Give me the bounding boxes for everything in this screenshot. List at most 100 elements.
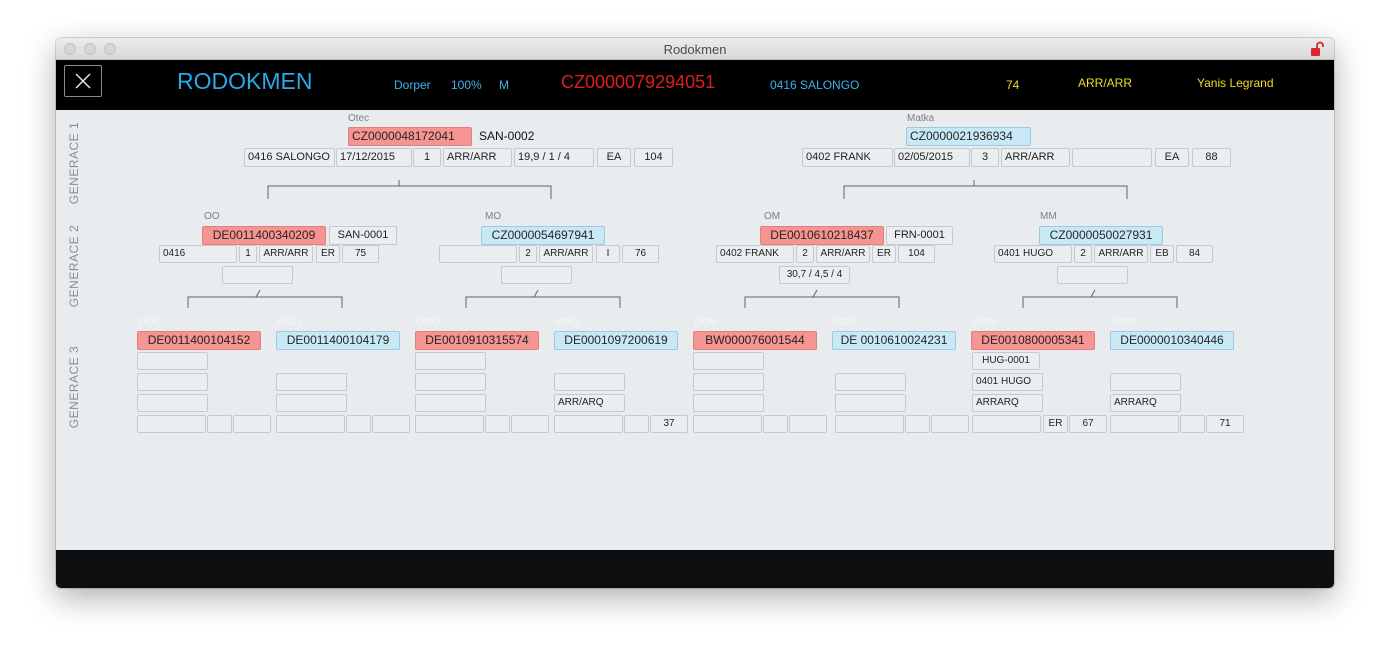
father-litter[interactable]: 1 [413,148,441,167]
mm-score[interactable]: 84 [1176,245,1213,263]
mm-measure[interactable] [1057,266,1128,284]
oo-genotype[interactable]: ARR/ARR [259,245,313,263]
mom-farm[interactable] [835,373,906,391]
oom-class[interactable] [763,415,788,433]
moo-genotype[interactable] [276,394,347,412]
father-measure[interactable]: 19,9 / 1 / 4 [514,148,594,167]
moo-measure[interactable] [276,415,345,433]
mo-score[interactable]: 76 [622,245,659,263]
omo-code[interactable] [415,352,486,370]
mmm-measure[interactable] [1110,415,1179,433]
mom-genotype[interactable] [835,394,906,412]
om-score[interactable]: 104 [898,245,935,263]
oo-id[interactable]: DE0011400340209 [202,226,326,245]
moo-score[interactable] [372,415,410,433]
omm-score[interactable]: 67 [1069,415,1107,433]
mother-measure[interactable] [1072,148,1152,167]
mmm-score[interactable]: 71 [1206,415,1244,433]
mm-genotype[interactable]: ARR/ARR [1094,245,1148,263]
oo-litter[interactable]: 1 [239,245,257,263]
oo-score[interactable]: 75 [342,245,379,263]
mom-id[interactable]: DE 0010610024231 [832,331,956,350]
mom-measure[interactable] [835,415,904,433]
ooo-measure[interactable] [137,415,206,433]
mother-date[interactable]: 02/05/2015 [894,148,970,167]
mm-litter[interactable]: 2 [1074,245,1092,263]
mother-class[interactable]: EA [1155,148,1189,167]
mo-measure[interactable] [501,266,572,284]
mother-litter[interactable]: 3 [971,148,999,167]
mo-litter[interactable]: 2 [519,245,537,263]
om-id[interactable]: DE0010610218437 [760,226,884,245]
mo-id[interactable]: CZ0000054697941 [481,226,605,245]
mmo-class[interactable] [624,415,649,433]
omo-measure[interactable] [415,415,484,433]
omo-id[interactable]: DE0010910315574 [415,331,539,350]
omo-class[interactable] [485,415,510,433]
father-genotype[interactable]: ARR/ARR [443,148,512,167]
ooo-farm[interactable] [137,373,208,391]
omm-measure[interactable] [972,415,1041,433]
mmm-id[interactable]: DE0000010340446 [1110,331,1234,350]
mom-class[interactable] [905,415,930,433]
om-genotype[interactable]: ARR/ARR [816,245,870,263]
oo-measure[interactable] [222,266,293,284]
oo-code[interactable]: SAN-0001 [329,226,397,245]
oom-score[interactable] [789,415,827,433]
oom-id[interactable]: BW000076001544 [693,331,817,350]
mmm-class[interactable] [1180,415,1205,433]
ooo-code[interactable] [137,352,208,370]
omm-class[interactable]: ER [1043,415,1068,433]
omo-score[interactable] [511,415,549,433]
ooo-id[interactable]: DE0011400104152 [137,331,261,350]
father-score[interactable]: 104 [634,148,673,167]
oo-class[interactable]: ER [316,245,340,263]
father-date[interactable]: 17/12/2015 [336,148,412,167]
father-farm[interactable]: 0416 SALONGO [244,148,335,167]
mom-score[interactable] [931,415,969,433]
om-measure[interactable]: 30,7 / 4,5 / 4 [779,266,850,284]
mmo-score[interactable]: 37 [650,415,688,433]
ooo-class[interactable] [207,415,232,433]
mo-class[interactable]: I [596,245,620,263]
mm-class[interactable]: EB [1150,245,1174,263]
father-id[interactable]: CZ0000048172041 [348,127,472,146]
mmo-genotype[interactable]: ARR/ARQ [554,394,625,412]
omo-farm[interactable] [415,373,486,391]
oo-farm[interactable]: 0416 [159,245,237,263]
moo-id[interactable]: DE0011400104179 [276,331,400,350]
mmo-id[interactable]: DE0001097200619 [554,331,678,350]
mother-id[interactable]: CZ0000021936934 [906,127,1031,146]
oom-measure[interactable] [693,415,762,433]
om-farm[interactable]: 0402 FRANK [716,245,794,263]
mmm-genotype[interactable]: ARRARQ [1110,394,1181,412]
mother-score[interactable]: 88 [1192,148,1231,167]
mo-genotype[interactable]: ARR/ARR [539,245,593,263]
om-code[interactable]: FRN-0001 [886,226,953,245]
mmo-farm[interactable] [554,373,625,391]
omm-code[interactable]: HUG-0001 [972,352,1040,370]
mmo-measure[interactable] [554,415,623,433]
om-class[interactable]: ER [872,245,896,263]
oom-code[interactable] [693,352,764,370]
moo-class[interactable] [346,415,371,433]
omo-genotype[interactable] [415,394,486,412]
om-litter[interactable]: 2 [796,245,814,263]
close-button[interactable] [64,65,102,97]
ooo-genotype[interactable] [137,394,208,412]
mother-genotype[interactable]: ARR/ARR [1001,148,1070,167]
oom-genotype[interactable] [693,394,764,412]
father-class[interactable]: EA [597,148,631,167]
mmm-farm[interactable] [1110,373,1181,391]
oom-farm[interactable] [693,373,764,391]
lock-open-icon[interactable] [1310,41,1325,57]
omm-id[interactable]: DE0010800005341 [971,331,1095,350]
mm-id[interactable]: CZ0000050027931 [1039,226,1163,245]
omm-farm[interactable]: 0401 HUGO [972,373,1043,391]
moo-farm[interactable] [276,373,347,391]
mo-farm[interactable] [439,245,517,263]
omm-genotype[interactable]: ARRARQ [972,394,1043,412]
mother-farm[interactable]: 0402 FRANK [802,148,893,167]
mm-farm[interactable]: 0401 HUGO [994,245,1072,263]
ooo-score[interactable] [233,415,271,433]
